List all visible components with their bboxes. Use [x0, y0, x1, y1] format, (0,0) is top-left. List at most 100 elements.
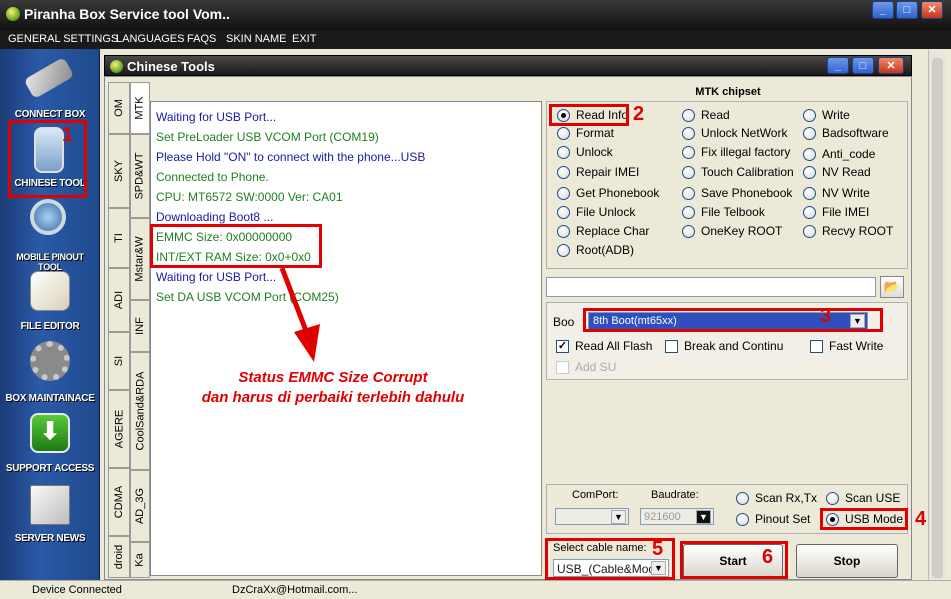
inner-maximize-button[interactable]: □: [852, 57, 874, 74]
sidebar-item-connect-box[interactable]: CONNECT BOX: [4, 53, 96, 123]
scrollbar[interactable]: [928, 50, 946, 580]
tab-inf[interactable]: INF: [130, 300, 150, 352]
radio-write[interactable]: Write: [803, 108, 850, 122]
radio-repair-imei[interactable]: Repair IMEI: [557, 165, 639, 179]
checkbox-fast-write[interactable]: Fast Write: [810, 339, 883, 353]
radio-file-unlock[interactable]: File Unlock: [557, 205, 635, 219]
inner-window-title-bar: Chinese Tools _ □ ✕: [104, 55, 912, 76]
radio-scan-use[interactable]: Scan USE: [826, 491, 900, 505]
comport-select[interactable]: ▼: [555, 508, 629, 525]
log-output[interactable]: Waiting for USB Port... Set PreLoader US…: [150, 101, 542, 576]
check-icon: ✓: [556, 339, 569, 353]
radio-get-phonebook[interactable]: Get Phonebook: [557, 186, 659, 200]
tab-om[interactable]: OM: [108, 82, 130, 134]
marker-3: 3: [820, 305, 832, 327]
sidebar-label: BOX MAINTAINACE: [5, 393, 95, 404]
radio-replace-char[interactable]: Replace Char: [557, 224, 649, 238]
scrollbar-thumb[interactable]: [932, 58, 943, 578]
tab-sky[interactable]: SKY: [108, 134, 130, 208]
radio-format[interactable]: Format: [557, 126, 614, 140]
checkbox-read-all-flash[interactable]: ✓ Read All Flash: [556, 339, 652, 353]
checkbox-box: [810, 339, 823, 353]
inner-window-title: Chinese Tools: [127, 59, 215, 74]
tab-cdma[interactable]: CDMA: [108, 468, 130, 536]
menu-skin-name[interactable]: SKIN NAME: [226, 33, 287, 45]
tab-mstar-w[interactable]: Mstar&W: [130, 218, 150, 300]
sidebar-label: SERVER NEWS: [14, 533, 86, 544]
status-bar: Device Connected DzCraXx@Hotmail.com...: [0, 580, 951, 599]
newspaper-icon: [30, 485, 70, 525]
log-line: Downloading Boot8 ...: [156, 210, 274, 224]
radio-fix-illegal-factory[interactable]: Fix illegal factory: [682, 145, 790, 159]
chevron-down-icon[interactable]: ▼: [696, 510, 711, 524]
menu-languages[interactable]: LANGUAGES: [116, 33, 184, 45]
minimize-button[interactable]: _: [872, 1, 894, 19]
folder-open-icon[interactable]: 📂: [880, 276, 904, 298]
radio-file-telbook[interactable]: File Telbook: [682, 205, 765, 219]
sidebar-item-support-access[interactable]: ⬇ SUPPORT ACCESS: [4, 411, 96, 481]
tab-adi[interactable]: ADI: [108, 268, 130, 332]
tab-ti[interactable]: TI: [108, 208, 130, 268]
radio-dot: [682, 165, 695, 179]
inner-minimize-button[interactable]: _: [827, 57, 849, 74]
tab-coolsand-rda[interactable]: CoolSand&RDA: [130, 352, 150, 470]
radio-dot: [557, 145, 570, 159]
radio-dot: [803, 108, 816, 122]
sidebar-item-server-news[interactable]: SERVER NEWS: [4, 483, 96, 553]
menu-exit[interactable]: EXIT: [292, 33, 316, 45]
radio-onekey-root[interactable]: OneKey ROOT: [682, 224, 782, 238]
file-path-input[interactable]: [546, 277, 876, 297]
radio-nv-read[interactable]: NV Read: [803, 165, 871, 179]
radio-touch-calibration[interactable]: Touch Calibration: [682, 165, 794, 179]
radio-scan-rx-tx[interactable]: Scan Rx,Tx: [736, 491, 817, 505]
app-icon: [110, 60, 123, 73]
baudrate-value: 921600: [644, 511, 681, 523]
sidebar-item-box-maintainace[interactable]: BOX MAINTAINACE: [4, 339, 96, 409]
radio-anti-code[interactable]: Anti_code: [803, 147, 875, 161]
marker-5: 5: [652, 538, 664, 560]
tab-ad-3g[interactable]: AD_3G: [130, 470, 150, 542]
baudrate-select[interactable]: 921600 ▼: [640, 508, 714, 525]
radio-dot: [557, 165, 570, 179]
radio-badsoftware[interactable]: Badsoftware: [803, 126, 889, 140]
menu-faqs[interactable]: FAQS: [187, 33, 216, 45]
tab-ka[interactable]: Ka: [130, 542, 150, 578]
radio-dot: [826, 491, 839, 505]
mtk-chipset-header: MTK chipset: [695, 86, 761, 98]
download-icon: ⬇: [30, 413, 70, 453]
radio-file-imei[interactable]: File IMEI: [803, 205, 869, 219]
radio-dot: [557, 205, 570, 219]
radio-read[interactable]: Read: [682, 108, 730, 122]
baudrate-label: Baudrate:: [651, 489, 699, 501]
radio-pinout-set[interactable]: Pinout Set: [736, 512, 810, 526]
radio-recvy-root[interactable]: Recvy ROOT: [803, 224, 893, 238]
tab-agere[interactable]: AGERE: [108, 390, 130, 468]
menu-general-settings[interactable]: GENERAL SETTINGS: [8, 33, 118, 45]
sidebar-item-mobile-pinout-tool[interactable]: MOBILE PINOUT TOOL: [4, 197, 96, 272]
maximize-button[interactable]: □: [896, 1, 918, 19]
inner-close-button[interactable]: ✕: [878, 57, 904, 74]
highlight-box-read-info: [549, 104, 629, 126]
chevron-down-icon[interactable]: ▼: [611, 510, 626, 524]
tab-spd-wt[interactable]: SPD&WT: [130, 134, 150, 218]
radio-dot: [682, 205, 695, 219]
radio-dot: [803, 147, 816, 161]
radio-save-phonebook[interactable]: Save Phonebook: [682, 186, 792, 200]
sidebar-item-file-editor[interactable]: FILE EDITOR: [4, 269, 96, 339]
tab-droid[interactable]: droid: [108, 536, 130, 578]
close-button[interactable]: ✕: [921, 1, 943, 19]
checkbox-break-and-continue[interactable]: Break and Continu: [665, 339, 783, 353]
checkbox-box: [556, 360, 569, 374]
radio-root-adb[interactable]: Root(ADB): [557, 243, 634, 257]
marker-1: 1: [62, 124, 74, 146]
usb-icon: [23, 56, 75, 100]
tab-mtk[interactable]: MTK: [130, 82, 150, 134]
radio-dot: [803, 186, 816, 200]
radio-dot: [557, 224, 570, 238]
radio-dot: [682, 186, 695, 200]
tab-si[interactable]: SI: [108, 332, 130, 390]
radio-unlock-network[interactable]: Unlock NetWork: [682, 126, 787, 140]
radio-unlock[interactable]: Unlock: [557, 145, 613, 159]
radio-nv-write[interactable]: NV Write: [803, 186, 870, 200]
stop-button[interactable]: Stop: [796, 544, 898, 578]
